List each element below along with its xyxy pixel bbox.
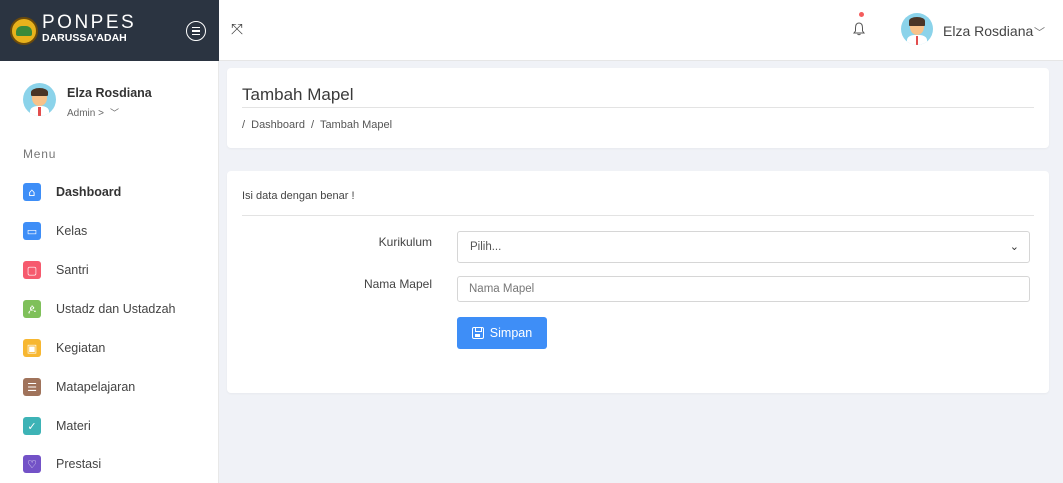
brand-title: PONPES <box>42 12 137 33</box>
sidebar: Elza Rosdiana Admin > ﹀ Menu ⌂ Dashboard ▭ K… <box>0 61 219 483</box>
monitor-icon: ▭ <box>23 222 41 240</box>
breadcrumb-current: Tambah Mapel <box>319 119 393 131</box>
sidebar-item-kegiatan[interactable]: ▣ Kegiatan <box>23 336 213 360</box>
home-icon: ⌂ <box>23 183 41 201</box>
breadcrumb-dashboard[interactable]: Dashboard <box>251 119 305 131</box>
form-card: Isi data dengan benar ! Kurikulum Pilih.… <box>227 171 1049 393</box>
divider <box>242 215 1034 216</box>
check-icon: ✓ <box>23 417 41 435</box>
menu-toggle-icon[interactable] <box>186 21 206 41</box>
floppy-disk-icon <box>471 327 484 339</box>
chevron-down-icon: ﹀ <box>109 108 119 118</box>
topbar-user-name[interactable]: Elza Rosdiana <box>943 23 1033 39</box>
sidebar-user-panel: Elza Rosdiana Admin > ﹀ <box>0 61 219 141</box>
page-title: Tambah Mapel <box>242 85 354 104</box>
sidebar-item-materi[interactable]: ✓ Materi <box>23 414 213 438</box>
breadcrumb-separator: / <box>242 119 246 131</box>
sidebar-user-role[interactable]: Admin > ﹀ <box>67 106 119 119</box>
divider <box>242 107 1034 108</box>
save-button[interactable]: Simpan <box>457 317 547 349</box>
kurikulum-select[interactable]: Pilih... ⌄ <box>457 231 1030 263</box>
user-icon: ዾ <box>23 300 41 318</box>
calendar-icon: ▢ <box>23 261 41 279</box>
notification-dot <box>859 12 864 17</box>
nama-mapel-label: Nama Mapel <box>363 277 432 291</box>
page-header-card: Tambah Mapel / Dashboard / Tambah Mapel <box>227 68 1049 148</box>
nama-mapel-input[interactable] <box>457 276 1030 302</box>
save-button-label: Simpan <box>489 326 533 340</box>
form-note: Isi data dengan benar ! <box>242 190 355 202</box>
sidebar-item-label: Prestasi <box>56 457 102 471</box>
sidebar-item-dashboard[interactable]: ⌂ Dashboard <box>23 180 213 204</box>
sidebar-user-role-label: Admin > <box>67 108 104 119</box>
sidebar-item-label: Materi <box>56 419 91 433</box>
brand-subtitle: DARUSSA'ADAH <box>42 32 127 44</box>
chevron-down-icon: ⌄ <box>1009 240 1019 253</box>
brand-header: PONPES DARUSSA'ADAH <box>0 0 219 61</box>
sidebar-item-label: Kelas <box>56 224 88 238</box>
sidebar-item-label: Dashboard <box>56 185 122 199</box>
kurikulum-selected-value: Pilih... <box>470 241 502 253</box>
sidebar-user-name: Elza Rosdiana <box>67 86 152 100</box>
avatar <box>23 83 56 116</box>
bell-icon[interactable] <box>853 22 865 36</box>
menu-heading: Menu <box>23 147 57 161</box>
sidebar-item-kelas[interactable]: ▭ Kelas <box>23 219 213 243</box>
sidebar-item-label: Santri <box>56 263 89 277</box>
image-icon: ▣ <box>23 339 41 357</box>
sidebar-item-label: Kegiatan <box>56 341 106 355</box>
breadcrumb-separator: / <box>311 119 315 131</box>
chevron-down-icon[interactable]: ﹀ <box>1034 24 1045 40</box>
sidebar-item-ustadz-dan-ustadzah[interactable]: ዾ Ustadz dan Ustadzah <box>23 297 213 321</box>
sidebar-item-label: Ustadz dan Ustadzah <box>56 302 176 316</box>
trophy-icon: ♡ <box>23 455 41 473</box>
breadcrumb: / Dashboard / Tambah Mapel <box>242 119 395 131</box>
avatar[interactable] <box>901 13 933 45</box>
topbar: ⤧ Elza Rosdiana ﹀ <box>219 0 1063 61</box>
fullscreen-icon[interactable]: ⤧ <box>231 20 243 38</box>
logo-icon <box>10 17 38 45</box>
sidebar-item-matapelajaran[interactable]: ☰ Matapelajaran <box>23 375 213 399</box>
sidebar-item-santri[interactable]: ▢ Santri <box>23 258 213 282</box>
sidebar-item-label: Matapelajaran <box>56 380 136 394</box>
list-icon: ☰ <box>23 378 41 396</box>
kurikulum-label: Kurikulum <box>378 235 432 249</box>
sidebar-item-prestasi[interactable]: ♡ Prestasi <box>23 452 213 476</box>
